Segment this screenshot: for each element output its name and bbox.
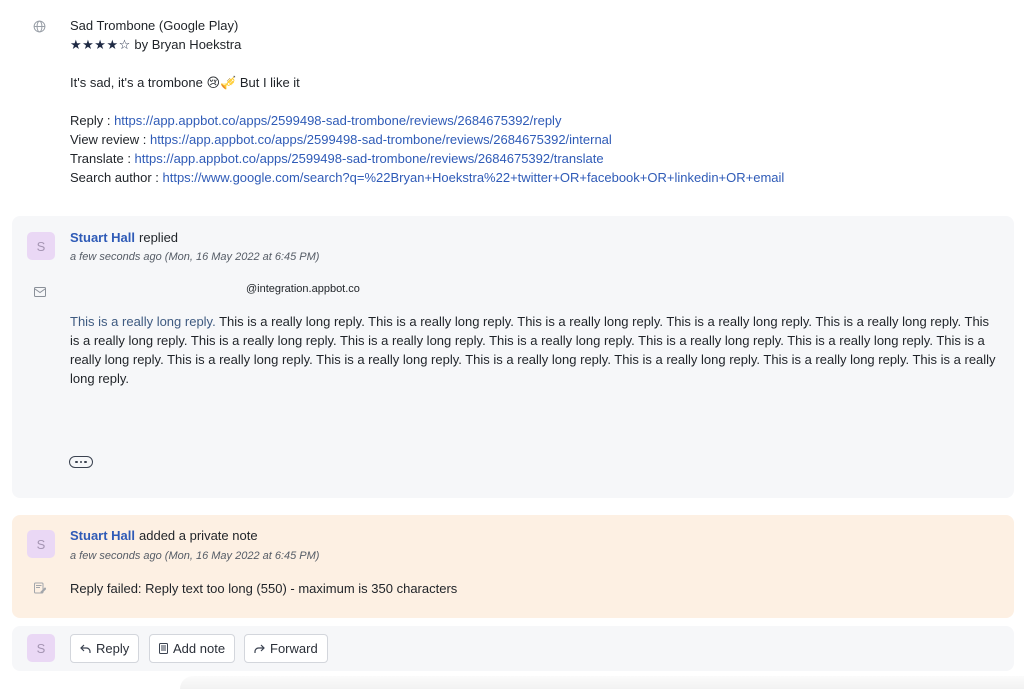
review-author: by Bryan Hoekstra [130, 37, 242, 52]
search-author-link-label: Search author : [70, 170, 163, 185]
reply-link-label: Reply : [70, 113, 115, 128]
star-rating: ★★★★☆ [70, 37, 131, 52]
forward-button[interactable]: Forward [244, 634, 328, 663]
view-review-link[interactable]: https://app.appbot.co/apps/2599498-sad-t… [150, 132, 612, 147]
event-header: Stuart Hall added a private note [70, 528, 258, 543]
view-review-link-label: View review : [70, 132, 150, 147]
reply-button-label: Reply [96, 641, 130, 656]
translate-link-label: Translate : [70, 151, 135, 166]
mail-icon [34, 285, 46, 297]
ellipsis-dot [84, 460, 87, 464]
reply-first-sentence: This is a really long reply. [70, 314, 216, 329]
event-header: Stuart Hall replied [70, 230, 178, 245]
add-note-button-label: Add note [173, 641, 226, 656]
event-timestamp: a few seconds ago (Mon, 16 May 2022 at 6… [70, 550, 320, 562]
note-event-card: S Stuart Hall added a private note a few … [12, 515, 1014, 618]
search-author-link-row: Search author : https://www.google.com/s… [70, 168, 784, 187]
event-action: added a private note [139, 528, 258, 543]
avatar: S [27, 232, 55, 260]
forward-button-label: Forward [270, 641, 318, 656]
view-review-link-row: View review : https://app.appbot.co/apps… [70, 130, 784, 149]
translate-link[interactable]: https://app.appbot.co/apps/2599498-sad-t… [135, 151, 604, 166]
note-edit-icon [34, 582, 47, 594]
event-action: replied [139, 230, 179, 245]
forward-arrow-icon [254, 644, 265, 654]
event-timestamp: a few seconds ago (Mon, 16 May 2022 at 6… [70, 251, 320, 263]
avatar: S [27, 634, 55, 662]
ellipsis-icon [75, 460, 78, 464]
show-more-button[interactable] [69, 456, 93, 468]
globe-icon [33, 20, 47, 34]
author-link[interactable]: Stuart Hall [70, 230, 135, 245]
author-link[interactable]: Stuart Hall [70, 528, 135, 543]
reply-link-row: Reply : https://app.appbot.co/apps/25994… [70, 111, 784, 130]
action-bar: S Reply Add note Forward [12, 626, 1014, 671]
reply-body: This is a really long reply. This is a r… [70, 312, 1000, 388]
reply-button[interactable]: Reply [70, 634, 140, 663]
translate-link-row: Translate : https://app.appbot.co/apps/2… [70, 149, 784, 168]
reply-link[interactable]: https://app.appbot.co/apps/2599498-sad-t… [114, 113, 561, 128]
reply-event-card: S Stuart Hall replied a few seconds ago (… [12, 216, 1014, 498]
composer-shadow [180, 676, 1024, 689]
ellipsis-dot [79, 460, 83, 464]
app-title: Sad Trombone (Google Play) [70, 18, 239, 33]
add-note-button[interactable]: Add note [149, 634, 236, 663]
note-text: Reply failed: Reply text too long (550) … [70, 581, 458, 596]
note-icon [159, 643, 168, 654]
search-author-link[interactable]: https://www.google.com/search?q=%22Bryan… [163, 170, 785, 185]
avatar: S [27, 530, 55, 558]
reply-arrow-icon [80, 644, 91, 654]
recipient-email: @integration.appbot.co [246, 283, 360, 295]
rating-line: ★★★★☆ by Bryan Hoekstra [70, 35, 784, 54]
review-text: It's sad, it's a trombone 😢🎺 But I like … [70, 75, 300, 90]
